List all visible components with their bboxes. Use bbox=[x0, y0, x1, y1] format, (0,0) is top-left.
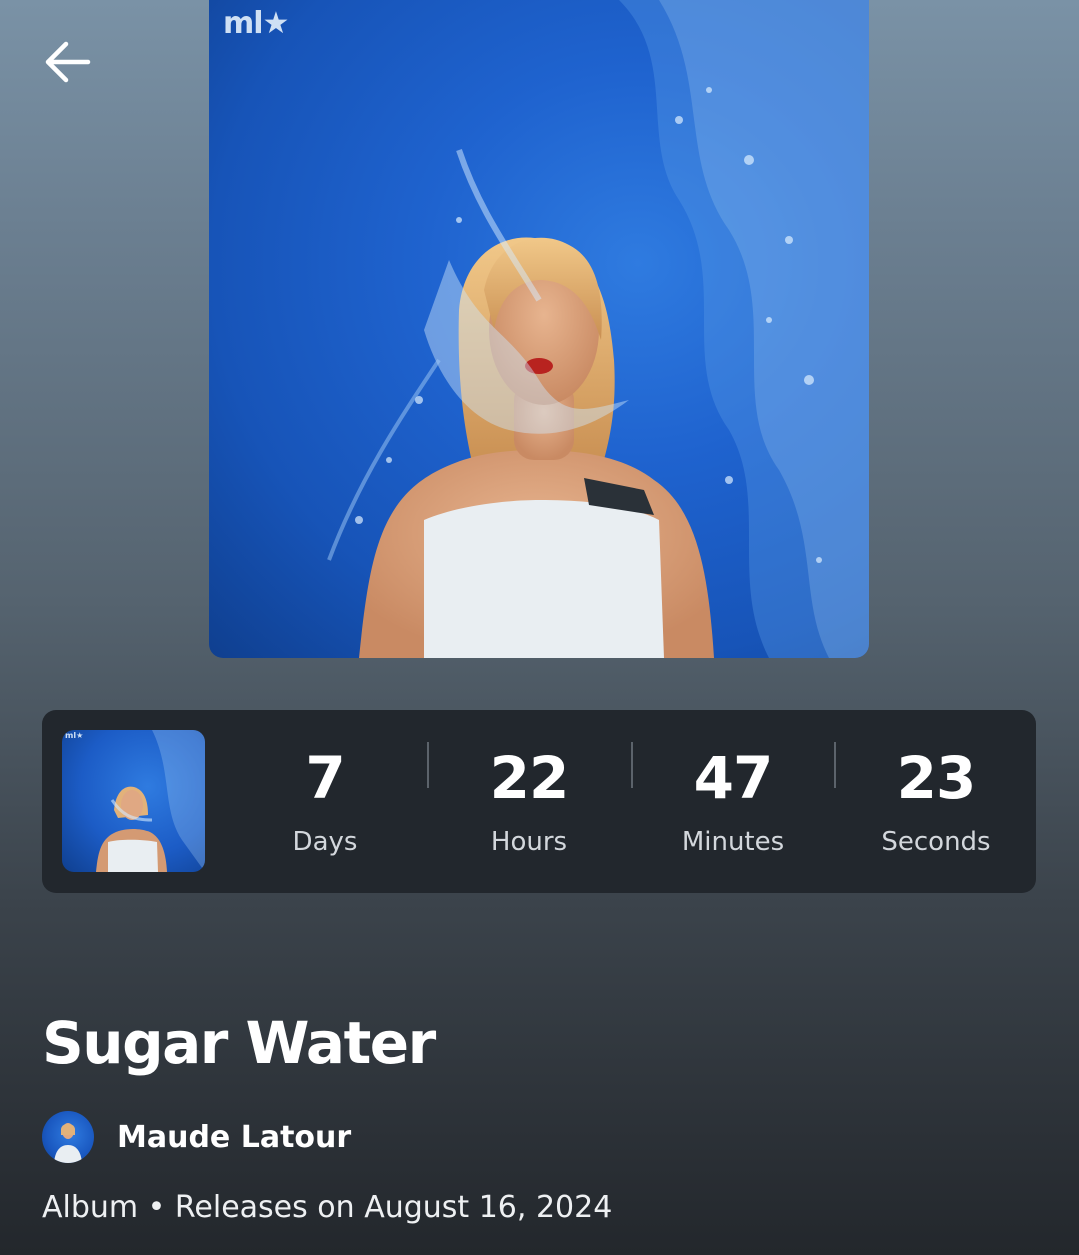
countdown-divider bbox=[834, 742, 836, 788]
release-meta: Album • Releases on August 16, 2024 bbox=[42, 1190, 613, 1225]
album-thumbnail: ml★ bbox=[62, 730, 205, 872]
countdown-hours: 22 Hours bbox=[439, 740, 619, 862]
artist-avatar bbox=[42, 1111, 94, 1163]
artist-name: Maude Latour bbox=[117, 1119, 352, 1155]
countdown-days-label: Days bbox=[292, 827, 358, 857]
countdown-days: 7 Days bbox=[235, 740, 415, 862]
countdown-divider bbox=[427, 742, 429, 788]
countdown-minutes-label: Minutes bbox=[681, 827, 785, 857]
countdown-divider bbox=[631, 742, 633, 788]
countdown-hours-label: Hours bbox=[490, 827, 568, 857]
countdown-seconds-value: 23 bbox=[896, 744, 977, 812]
countdown-hours-value: 22 bbox=[489, 744, 570, 812]
countdown-minutes: 47 Minutes bbox=[643, 740, 823, 862]
thumbnail-logo: ml★ bbox=[65, 731, 84, 740]
countdown-seconds: 23 Seconds bbox=[846, 740, 1026, 862]
release-title: Sugar Water bbox=[42, 1009, 436, 1077]
cover-logo: ml★ bbox=[223, 6, 289, 41]
artist-link[interactable]: Maude Latour bbox=[42, 1110, 351, 1164]
back-button[interactable] bbox=[36, 32, 100, 96]
arrow-left-icon bbox=[40, 34, 96, 95]
album-cover: ml★ bbox=[209, 0, 869, 658]
countdown-card: ml★ 7 Days 22 Hours 47 Minutes 23 Second… bbox=[42, 710, 1036, 893]
countdown-minutes-value: 47 bbox=[693, 744, 774, 812]
countdown-days-value: 7 bbox=[305, 744, 345, 812]
countdown-seconds-label: Seconds bbox=[881, 827, 991, 857]
